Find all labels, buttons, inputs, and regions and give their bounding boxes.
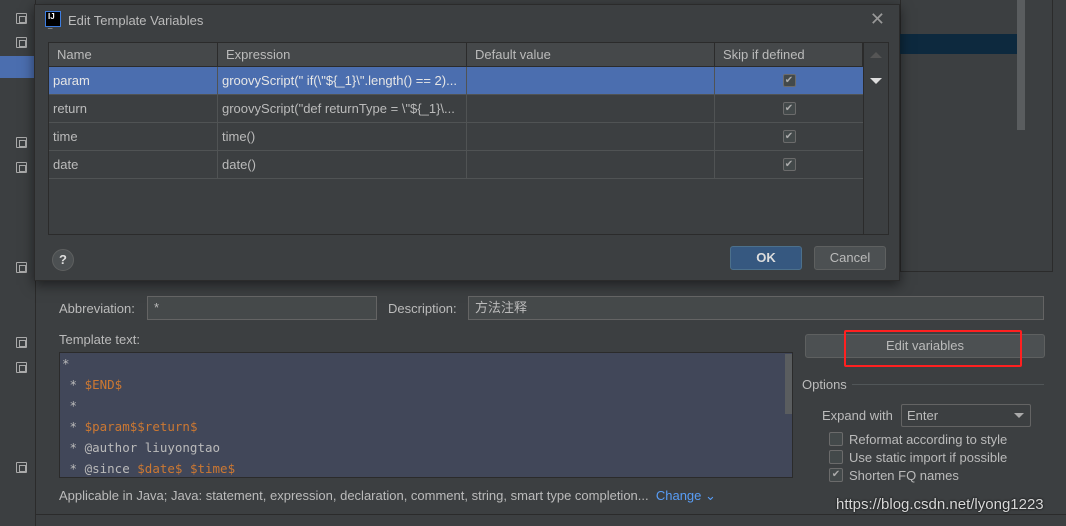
intellij-logo-icon: IJ _ bbox=[45, 11, 61, 30]
template-line: * @since $date$ $time$ bbox=[62, 461, 236, 476]
options-label: Options bbox=[802, 377, 847, 392]
variable-name[interactable]: date bbox=[49, 151, 218, 178]
move-down-icon[interactable] bbox=[870, 78, 882, 84]
watermark: https://blog.csdn.net/lyong1223 bbox=[836, 496, 1044, 513]
skip-if-defined-checkbox[interactable]: ✔ bbox=[782, 130, 796, 143]
variables-table: Name Expression Default value Skip if de… bbox=[48, 42, 864, 235]
skip-cell: ✔ bbox=[715, 123, 863, 150]
option-checkbox-label[interactable]: Use static import if possible bbox=[849, 450, 1007, 465]
applicable-text: Applicable in Java; Java: statement, exp… bbox=[59, 488, 649, 503]
column-header-default[interactable]: Default value bbox=[467, 43, 715, 66]
template-scrollbar[interactable] bbox=[785, 354, 792, 414]
cancel-button[interactable]: Cancel bbox=[814, 246, 886, 270]
variable-expression[interactable]: groovyScript(" if(\"${_1}\".length() == … bbox=[218, 67, 467, 94]
variable-expression[interactable]: time() bbox=[218, 123, 467, 150]
table-header: Name Expression Default value Skip if de… bbox=[49, 43, 863, 67]
template-group-icon[interactable] bbox=[16, 262, 27, 273]
template-line: * bbox=[62, 356, 70, 371]
ok-button[interactable]: OK bbox=[730, 246, 802, 270]
template-group-icon[interactable] bbox=[16, 337, 27, 348]
option-checkbox[interactable]: ✔ bbox=[829, 468, 843, 482]
variable-default[interactable] bbox=[467, 123, 715, 150]
variable-default[interactable] bbox=[467, 67, 715, 94]
close-icon[interactable]: ✕ bbox=[870, 9, 885, 30]
template-group-icon[interactable] bbox=[16, 13, 27, 24]
column-header-expression[interactable]: Expression bbox=[218, 43, 467, 66]
variable-default[interactable] bbox=[467, 151, 715, 178]
move-buttons bbox=[864, 42, 889, 235]
expand-with-select[interactable]: Enter bbox=[901, 404, 1031, 427]
variable-name[interactable]: time bbox=[49, 123, 218, 150]
dropdown-arrow-icon bbox=[1014, 413, 1024, 418]
variable-default[interactable] bbox=[467, 95, 715, 122]
sidebar bbox=[0, 0, 36, 526]
expand-with-value: Enter bbox=[907, 408, 939, 423]
template-group-icon[interactable] bbox=[16, 162, 27, 173]
highlight-annotation-box bbox=[844, 330, 1022, 367]
skip-cell: ✔ bbox=[715, 151, 863, 178]
expand-with-label: Expand with bbox=[822, 408, 893, 423]
template-group-icon[interactable] bbox=[16, 37, 27, 48]
scrollbar[interactable] bbox=[1017, 0, 1025, 130]
option-checkbox-label[interactable]: Shorten FQ names bbox=[849, 468, 959, 483]
description-label: Description: bbox=[388, 301, 457, 316]
applicable-context: Applicable in Java; Java: statement, exp… bbox=[59, 488, 716, 504]
skip-cell: ✔ bbox=[715, 67, 863, 94]
change-link[interactable]: Change bbox=[656, 488, 702, 503]
template-group-icon[interactable] bbox=[16, 362, 27, 373]
template-text-label: Template text: bbox=[59, 332, 140, 347]
template-line: * bbox=[62, 398, 78, 413]
dialog-title: Edit Template Variables bbox=[68, 13, 204, 28]
skip-cell: ✔ bbox=[715, 95, 863, 122]
divider bbox=[36, 514, 1066, 515]
variable-name[interactable]: return bbox=[49, 95, 218, 122]
variable-name[interactable]: param bbox=[49, 67, 218, 94]
option-checkbox-label[interactable]: Reformat according to style bbox=[849, 432, 1007, 447]
variable-expression[interactable]: groovyScript("def returnType = \"${_1}\.… bbox=[218, 95, 467, 122]
variable-expression[interactable]: date() bbox=[218, 151, 467, 178]
table-row[interactable]: return groovyScript("def returnType = \"… bbox=[49, 95, 863, 123]
table-row[interactable]: time time() ✔ bbox=[49, 123, 863, 151]
column-header-skip[interactable]: Skip if defined bbox=[715, 43, 863, 66]
skip-if-defined-checkbox[interactable]: ✔ bbox=[782, 158, 796, 171]
abbreviation-label: Abbreviation: bbox=[59, 301, 135, 316]
table-row[interactable]: param groovyScript(" if(\"${_1}\".length… bbox=[49, 67, 863, 95]
template-text-editor[interactable]: * * $END$ * * $param$$return$ * @author … bbox=[59, 352, 793, 478]
description-input[interactable]: 方法注释 bbox=[468, 296, 1044, 320]
template-line: * $param$$return$ bbox=[62, 419, 198, 434]
column-header-name[interactable]: Name bbox=[49, 43, 218, 66]
move-up-icon[interactable] bbox=[870, 52, 882, 58]
options-divider bbox=[852, 384, 1044, 385]
skip-if-defined-checkbox[interactable]: ✔ bbox=[782, 102, 796, 115]
template-line: * @author liuyongtao bbox=[62, 440, 221, 455]
sidebar-selected-item[interactable] bbox=[0, 56, 36, 78]
abbreviation-input[interactable]: * bbox=[147, 296, 377, 320]
edit-template-variables-dialog: IJ _ Edit Template Variables ✕ Name Expre… bbox=[34, 4, 900, 281]
help-button[interactable]: ? bbox=[52, 249, 74, 271]
highlighted-row[interactable] bbox=[900, 34, 1025, 54]
template-line: * $END$ bbox=[62, 377, 123, 392]
option-checkbox[interactable] bbox=[829, 450, 843, 464]
option-checkbox[interactable] bbox=[829, 432, 843, 446]
template-group-icon[interactable] bbox=[16, 462, 27, 473]
skip-if-defined-checkbox[interactable]: ✔ bbox=[782, 74, 796, 87]
table-row[interactable]: date date() ✔ bbox=[49, 151, 863, 179]
chevron-down-icon[interactable]: ⌄ bbox=[701, 488, 716, 503]
template-group-icon[interactable] bbox=[16, 137, 27, 148]
